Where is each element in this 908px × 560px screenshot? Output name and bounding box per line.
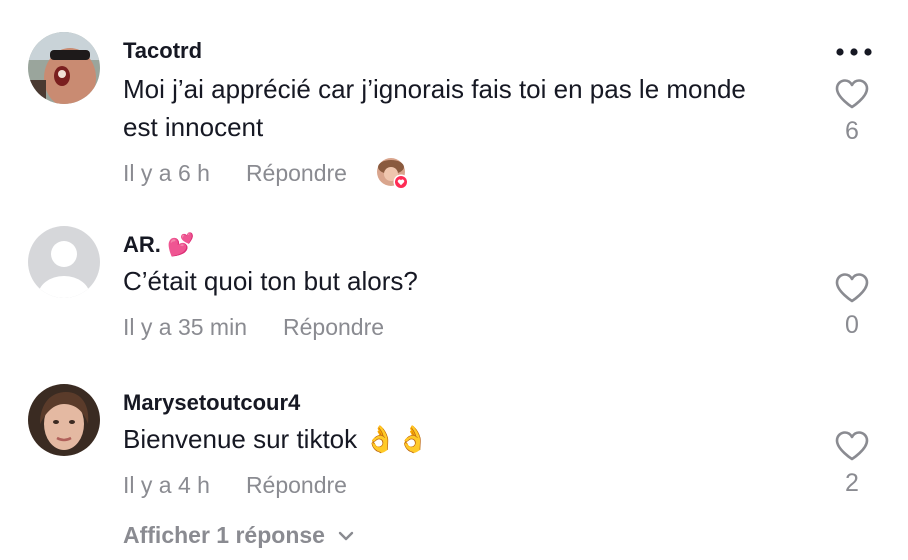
comment-text: Bienvenue sur tiktok 👌👌 xyxy=(123,424,430,454)
comment-username[interactable]: AR. 💕 xyxy=(123,232,194,258)
comment-timestamp: Il y a 6 h xyxy=(123,159,210,186)
like-count: 0 xyxy=(845,311,859,339)
reply-button[interactable]: Répondre xyxy=(246,472,347,499)
heart-outline-icon[interactable] xyxy=(834,272,870,304)
like-button[interactable]: 0 xyxy=(832,272,872,340)
view-replies-button[interactable]: Afficher 1 réponse xyxy=(123,522,355,549)
comment-meta: Il y a 4 h Répondre xyxy=(123,470,347,500)
like-count: 2 xyxy=(845,469,859,497)
chevron-down-icon xyxy=(338,531,354,540)
comment-text: C’était quoi ton but alors? xyxy=(123,266,418,296)
comment-username[interactable]: Marysetoutcour4 xyxy=(123,390,300,416)
heart-outline-icon[interactable] xyxy=(834,430,870,462)
like-button[interactable]: 2 xyxy=(832,430,872,498)
comment-username[interactable]: Tacotrd xyxy=(123,38,202,64)
view-replies-label: Afficher 1 réponse xyxy=(123,522,325,548)
comment-timestamp: Il y a 35 min xyxy=(123,313,247,340)
like-count: 6 xyxy=(845,117,859,145)
heart-outline-icon[interactable] xyxy=(834,78,870,110)
reply-button[interactable]: Répondre xyxy=(246,160,347,187)
comment-timestamp: Il y a 4 h xyxy=(123,471,210,498)
avatar[interactable] xyxy=(28,384,100,456)
creator-avatar-icon xyxy=(376,158,409,190)
avatar[interactable] xyxy=(28,32,100,104)
comment-meta: Il y a 35 min Répondre xyxy=(123,312,384,342)
more-options-button[interactable] xyxy=(834,44,874,60)
avatar[interactable] xyxy=(28,226,100,298)
more-dots-icon xyxy=(836,48,872,56)
comment-meta: Il y a 6 h Répondre xyxy=(123,158,409,190)
comment-list: Tacotrd Moi j’ai apprécié car j’ignorais… xyxy=(0,0,908,560)
comment-text: Moi j’ai apprécié car j’ignorais fais to… xyxy=(123,74,746,142)
creator-liked-badge xyxy=(376,158,409,190)
default-avatar-icon xyxy=(28,226,100,298)
reply-button[interactable]: Répondre xyxy=(283,314,384,341)
like-button[interactable]: 6 xyxy=(832,78,872,146)
